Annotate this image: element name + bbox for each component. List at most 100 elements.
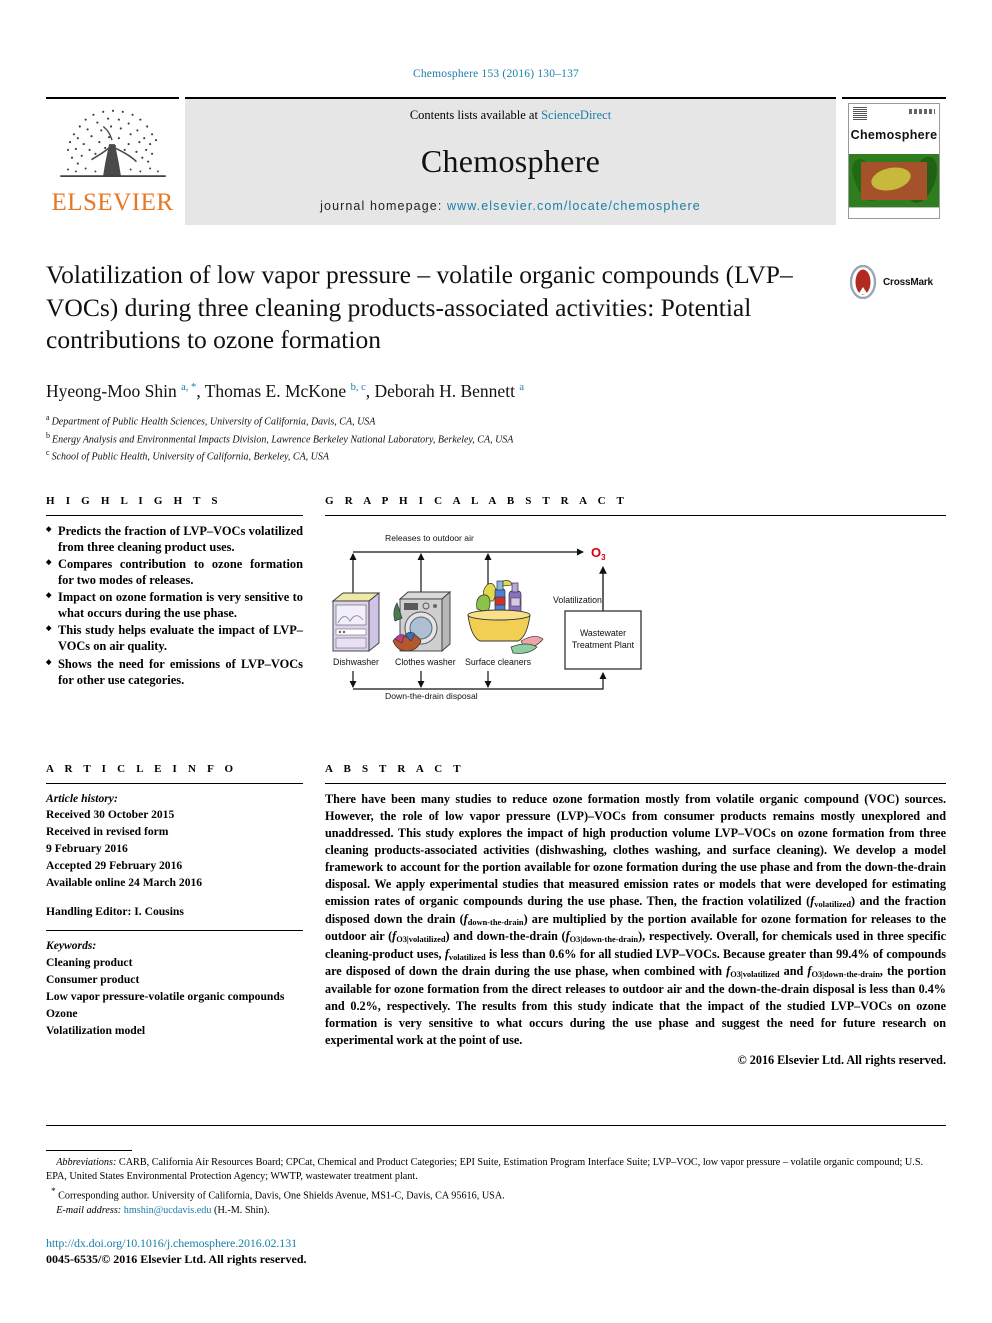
elsevier-tree-logo (59, 109, 166, 177)
graphical-abstract-column: G R A P H I C A L A B S T R A C T Releas… (325, 495, 946, 703)
list-item: Predicts the fraction of LVP–VOCs volati… (46, 523, 303, 555)
list-item: Impact on ozone formation is very sensit… (46, 589, 303, 621)
info-abstract-row: A R T I C L E I N F O Article history: R… (46, 733, 946, 1069)
highlights-graphical-row: H I G H L I G H T S Predicts the fractio… (46, 495, 946, 703)
graphical-abstract-diagram: Releases to outdoor air O3 Dishwasher Cl… (331, 533, 642, 701)
abstract-text: There have been many studies to reduce o… (325, 791, 947, 1048)
contents-prefix: Contents lists available at (409, 108, 542, 122)
history-accepted: Accepted 29 February 2016 (46, 859, 183, 873)
wwtp-label-line1: Wastewater (580, 628, 626, 638)
affiliation-a: a Department of Public Health Sciences, U… (46, 412, 946, 430)
abstract-column: A B S T R A C T There have been many stu… (325, 733, 946, 1069)
journal-homepage-line: journal homepage: www.elsevier.com/locat… (320, 199, 701, 213)
divider (325, 782, 946, 784)
keyword-item: Consumer product (46, 972, 140, 986)
divider (46, 930, 303, 931)
highlights-list: Predicts the fraction of LVP–VOCs volati… (46, 523, 303, 688)
abbreviations-text: CARB, California Air Resources Board; CP… (46, 1156, 924, 1183)
publisher-block: ELSEVIER (46, 97, 179, 225)
history-revised-date: 9 February 2016 (46, 842, 128, 856)
journal-cover-block: Chemosphere (842, 97, 946, 225)
abstract-block: A B S T R A C T There have been many stu… (325, 763, 946, 1069)
page-footer: Abbreviations: CARB, California Air Reso… (46, 1124, 946, 1267)
homepage-url-link[interactable]: www.elsevier.com/locate/chemosphere (447, 199, 701, 213)
source-label-clothes-washer: Clothes washer (395, 657, 456, 667)
cover-issue-text (909, 109, 935, 114)
corresponding-author-note: * Corresponding author. University of Ca… (46, 1185, 946, 1204)
history-received: Received 30 October 2015 (46, 808, 175, 822)
journal-cover-thumbnail: Chemosphere (848, 103, 940, 219)
running-head: Chemosphere 153 (2016) 130–137 (412, 68, 580, 80)
crossmark-icon (849, 265, 877, 299)
article-info-block: A R T I C L E I N F O Article history: R… (46, 763, 303, 1040)
graphical-abstract-figure: Releases to outdoor air O3 Dishwasher Cl… (325, 523, 946, 703)
abstract-copyright: © 2016 Elsevier Ltd. All rights reserved… (737, 1053, 946, 1068)
asterisk-icon: * (51, 1185, 56, 1196)
divider (46, 1124, 946, 1126)
homepage-prefix: journal homepage: (320, 199, 447, 213)
contents-available-line: Contents lists available at ScienceDirec… (410, 108, 611, 123)
surface-cleaners-icon (467, 579, 544, 654)
affiliation-marker: a (46, 413, 50, 422)
history-online: Available online 24 March 2016 (46, 876, 203, 890)
dishwasher-icon (331, 591, 381, 652)
journal-title: Chemosphere (420, 143, 601, 179)
highlights-heading: H I G H L I G H T S (46, 494, 222, 507)
list-item: This study helps evaluate the impact of … (46, 622, 303, 654)
email-suffix: (H.-M. Shin). (211, 1204, 270, 1216)
author-list: Hyeong-Moo Shin a, *, Thomas E. McKone b… (46, 381, 524, 401)
wwtp-label-line2: Treatment Plant (572, 640, 635, 650)
doi-block: http://dx.doi.org/10.1016/j.chemosphere.… (46, 1236, 946, 1267)
affiliation-list: a Department of Public Health Sciences, U… (46, 412, 946, 465)
highlights-column: H I G H L I G H T S Predicts the fractio… (46, 495, 303, 703)
top-arrow-label: Releases to outdoor air (385, 533, 474, 543)
abbreviations-note: Abbreviations: CARB, California Air Reso… (46, 1156, 946, 1185)
bottom-arrow-label: Down-the-drain disposal (385, 691, 478, 701)
affiliation-text: School of Public Health, University of C… (51, 451, 330, 463)
affiliation-c: c School of Public Health, University of … (46, 447, 946, 465)
graphical-abstract-heading: G R A P H I C A L A B S T R A C T (325, 494, 629, 507)
article-first-page: Chemosphere 153 (2016) 130–137 ELSEVIER … (0, 0, 992, 1323)
source-label-surface-cleaners: Surface cleaners (465, 657, 532, 667)
cover-top-row (849, 104, 939, 126)
history-revised-label: Received in revised form (46, 825, 169, 839)
divider (46, 514, 303, 516)
title-area: Volatilization of low vapor pressure – v… (46, 259, 946, 359)
keyword-item: Low vapor pressure-volatile organic comp… (46, 989, 285, 1003)
elsevier-wordmark: ELSEVIER (51, 189, 174, 216)
doi-link[interactable]: http://dx.doi.org/10.1016/j.chemosphere.… (46, 1236, 946, 1251)
email-note: E-mail address: hmshin@ucdavis.edu (H.-M… (46, 1204, 946, 1218)
affiliation-b: b Energy Analysis and Environmental Impac… (46, 430, 946, 448)
affiliation-text: Energy Analysis and Environmental Impact… (52, 433, 514, 445)
divider (46, 782, 303, 784)
crossmark-label: CrossMark (883, 276, 933, 288)
barcode-icon (853, 107, 867, 120)
cover-footer-band (849, 207, 939, 218)
crossmark-badge[interactable]: CrossMark (846, 261, 946, 303)
affiliation-marker: c (46, 448, 50, 458)
keywords-label: Keywords: (46, 939, 97, 952)
affiliation-text: Department of Public Health Sciences, Un… (51, 416, 376, 428)
source-label-dishwasher: Dishwasher (333, 657, 379, 667)
article-history-label: Article history: (46, 791, 118, 805)
divider (325, 514, 946, 516)
list-item: Compares contribution to ozone formation… (46, 556, 303, 588)
abstract-heading: A B S T R A C T (325, 762, 465, 775)
abbreviations-label: Abbreviations: (56, 1156, 117, 1168)
cover-artwork (849, 153, 939, 208)
email-label: E-mail address: (56, 1204, 122, 1216)
footnote-divider (46, 1149, 132, 1151)
list-item: Shows the need for emissions of LVP–VOCs… (46, 656, 303, 688)
handling-editor: Handling Editor: I. Cousins (46, 905, 184, 919)
article-info-column: A R T I C L E I N F O Article history: R… (46, 733, 303, 1069)
ozone-label: O3 (591, 545, 606, 562)
clothes-washer-icon (392, 590, 452, 652)
email-link[interactable]: hmshin@ucdavis.edu (124, 1205, 212, 1216)
sciencedirect-link[interactable]: ScienceDirect (541, 108, 611, 122)
cover-journal-title: Chemosphere (850, 128, 938, 142)
corresponding-author-text: Corresponding author. University of Cali… (58, 1190, 505, 1202)
keyword-item: Cleaning product (46, 955, 133, 969)
affiliation-marker: b (46, 430, 50, 440)
keyword-item: Ozone (46, 1006, 78, 1020)
